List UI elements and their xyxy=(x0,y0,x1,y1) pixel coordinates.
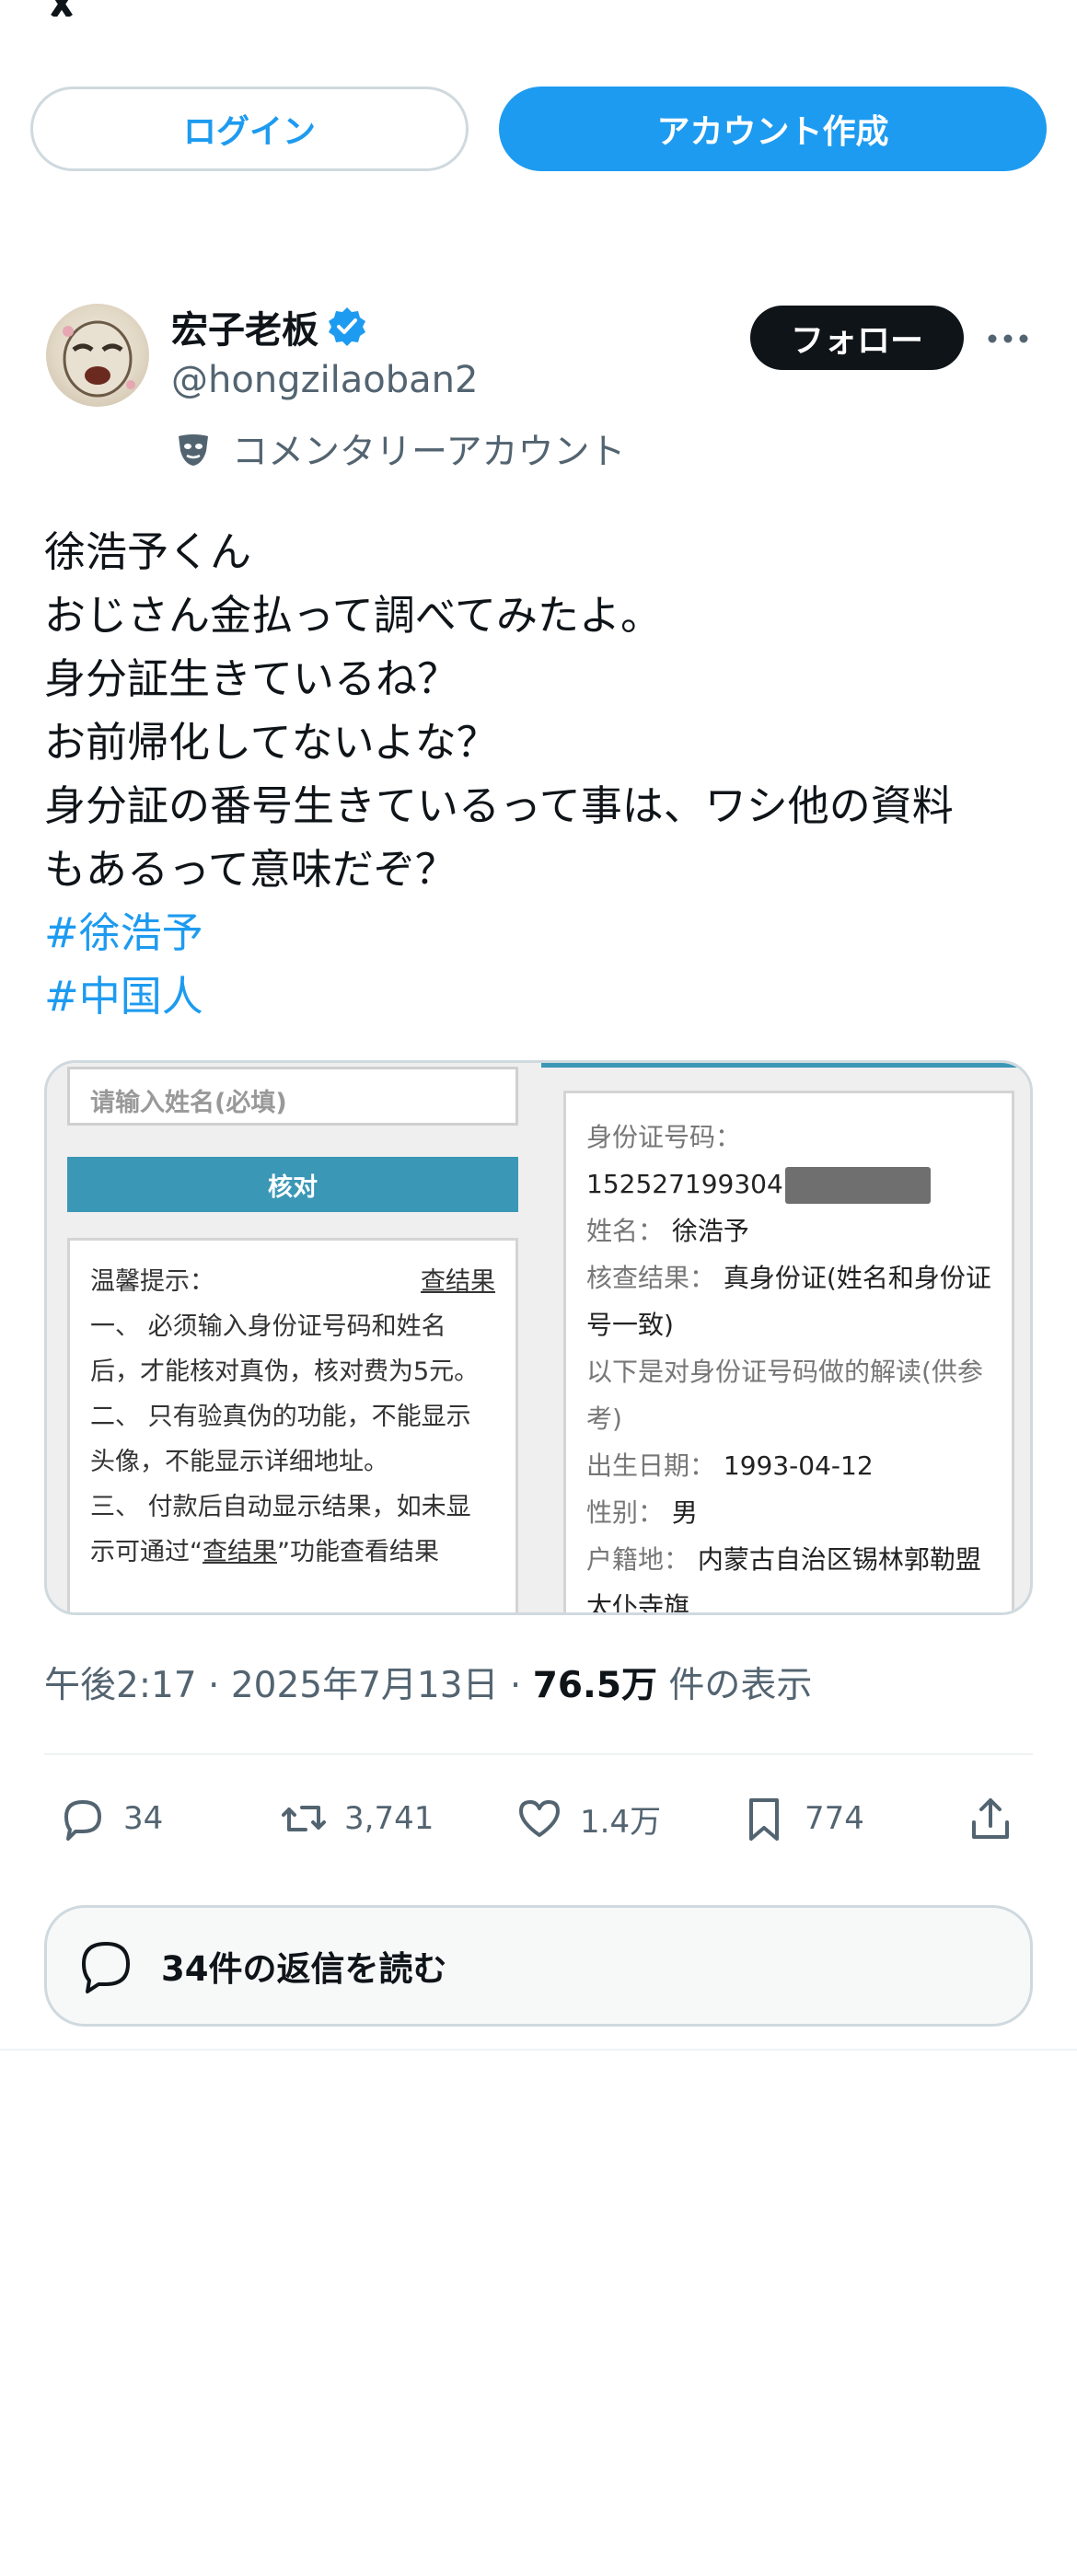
tip-item: 三、 付款后自动显示结果，如未显示可通过“查结果”功能查看结果 xyxy=(90,1484,495,1575)
tweet-line: おじさん金払って調べてみたよ。 xyxy=(44,591,662,640)
name-value: 徐浩予 xyxy=(671,1216,749,1246)
bookmark-count: 774 xyxy=(805,1800,864,1837)
x-logo-icon[interactable] xyxy=(42,0,107,17)
login-button[interactable]: ログイン xyxy=(30,87,469,171)
author-name[interactable]: 宏子老板 xyxy=(171,300,318,353)
id-number: 152527199304 xyxy=(586,1161,991,1207)
read-replies-button[interactable]: 34件の返信を読む xyxy=(44,1905,1033,2027)
tweet-date[interactable]: 2025年7月13日 xyxy=(231,1665,499,1706)
name-row: 姓名： 徐浩予 xyxy=(586,1207,991,1254)
tips-box: 温馨提示： 查结果 一、 必须输入身份证号码和姓名后，才能核对真伪，核对费为5元… xyxy=(67,1238,518,1612)
like-count: 1.4万 xyxy=(580,1803,662,1841)
tweet-line: 徐浩予くん xyxy=(44,527,252,576)
repost-icon xyxy=(282,1806,326,1831)
share-icon xyxy=(972,1798,1009,1839)
tweet-media-image[interactable]: 请输入姓名(必填) 核对 温馨提示： 查结果 一、 必须输入身份证号码和姓名后，… xyxy=(44,1060,1033,1615)
follow-button[interactable]: フォロー xyxy=(750,306,964,370)
dob-row: 出生日期： 1993-04-12 xyxy=(586,1442,991,1489)
tip-item: 一、 必须输入身份证号码和姓名后，才能核对真伪，核对费为5元。 xyxy=(90,1312,480,1386)
verified-badge-icon xyxy=(329,307,365,346)
check-result-link: 查结果 xyxy=(421,1267,495,1296)
tweet-time[interactable]: 午後2:17 xyxy=(44,1665,197,1706)
meta-separator: · xyxy=(509,1665,522,1706)
id-number-text: 152527199304 xyxy=(586,1169,783,1199)
verification-result-panel: 身份证号码： 152527199304 姓名： 徐浩予 核查结果： 真身份证(姓… xyxy=(541,1063,1030,1612)
reply-icon xyxy=(64,1800,101,1841)
id-label: 身份证号码： xyxy=(586,1122,742,1152)
read-replies-label: 34件の返信を読む xyxy=(161,1949,447,1989)
share-button[interactable] xyxy=(963,1791,1031,1846)
repost-count: 3,741 xyxy=(344,1800,434,1837)
verification-form-panel: 请输入姓名(必填) 核对 温馨提示： 查结果 一、 必须输入身份证号码和姓名后，… xyxy=(47,1063,538,1612)
interpretation-note: 以下是对身份证号码做的解读(供参考) xyxy=(586,1357,983,1434)
theater-mask-icon xyxy=(179,434,208,466)
avatar-image-icon xyxy=(63,320,135,398)
avatar[interactable] xyxy=(46,304,149,407)
tweet-line: もあるって意味だぞ？ xyxy=(44,845,457,894)
origin-label: 户籍地： xyxy=(586,1544,690,1575)
create-account-button[interactable]: アカウント作成 xyxy=(499,87,1047,171)
repost-button[interactable]: 3,741 xyxy=(276,1791,434,1846)
redaction-block xyxy=(784,1167,931,1204)
name-input-field: 请输入姓名(必填) xyxy=(67,1067,518,1126)
reply-icon xyxy=(82,1942,130,1993)
tweet-line: 身分証の番号生きているって事は、ワシ他の資料 xyxy=(44,781,954,830)
author-handle[interactable]: @hongzilaoban2 xyxy=(171,359,478,401)
reply-count: 34 xyxy=(123,1800,164,1837)
result-box: 身份证号码： 152527199304 姓名： 徐浩予 核查结果： 真身份证(姓… xyxy=(563,1091,1014,1612)
like-button[interactable]: 1.4万 xyxy=(512,1791,661,1846)
reply-button[interactable]: 34 xyxy=(55,1791,163,1846)
views-label: 件の表示 xyxy=(668,1665,813,1706)
name-label: 姓名： xyxy=(586,1216,665,1246)
dob-value: 1993-04-12 xyxy=(723,1450,874,1481)
divider xyxy=(541,1063,1030,1068)
tip-item: 二、 只有验真伪的功能，不能显示头像，不能显示详细地址。 xyxy=(90,1403,471,1476)
gender-label: 性别： xyxy=(586,1497,665,1528)
bookmark-icon xyxy=(749,1798,779,1841)
heart-icon xyxy=(519,1800,560,1837)
verify-button: 核对 xyxy=(67,1157,518,1212)
action-bar: 34 3,741 1.4万 774 xyxy=(0,1785,1077,1859)
gender-row: 性别： 男 xyxy=(586,1489,991,1536)
tweet-meta: 午後2:17 · 2025年7月13日 · 76.5万 件の表示 xyxy=(44,1657,812,1708)
divider xyxy=(44,1753,1033,1755)
tweet-line: お前帰化してないよな？ xyxy=(44,718,498,767)
views-count: 76.5万 xyxy=(532,1665,657,1706)
gender-value: 男 xyxy=(671,1497,698,1528)
hashtag-link[interactable]: #徐浩予 xyxy=(44,901,1048,965)
origin-row: 户籍地： 内蒙古自治区锡林郭勒盟太仆寺旗 xyxy=(586,1536,991,1612)
commentary-account-label: コメンタリーアカウント xyxy=(175,423,625,475)
tip-link: 查结果 xyxy=(203,1538,277,1566)
more-options-icon[interactable] xyxy=(985,318,1031,360)
meta-separator: · xyxy=(208,1665,220,1706)
tips-title: 温馨提示： xyxy=(90,1267,214,1296)
result-label: 核查结果： xyxy=(586,1263,716,1293)
bookmark-button[interactable]: 774 xyxy=(736,1791,864,1846)
divider xyxy=(0,2049,1077,2050)
result-row: 核查结果： 真身份证(姓名和身份证号一致) xyxy=(586,1254,991,1348)
commentary-text: コメンタリーアカウント xyxy=(232,432,626,473)
tweet-line: 身分証生きているね？ xyxy=(44,654,459,703)
tweet-text: 徐浩予くん おじさん金払って調べてみたよ。 身分証生きているね？ お前帰化してな… xyxy=(44,520,1048,1028)
dob-label: 出生日期： xyxy=(586,1450,716,1481)
hashtag-link[interactable]: #中国人 xyxy=(44,965,1048,1028)
tip-text: ”功能查看结果 xyxy=(277,1538,439,1566)
